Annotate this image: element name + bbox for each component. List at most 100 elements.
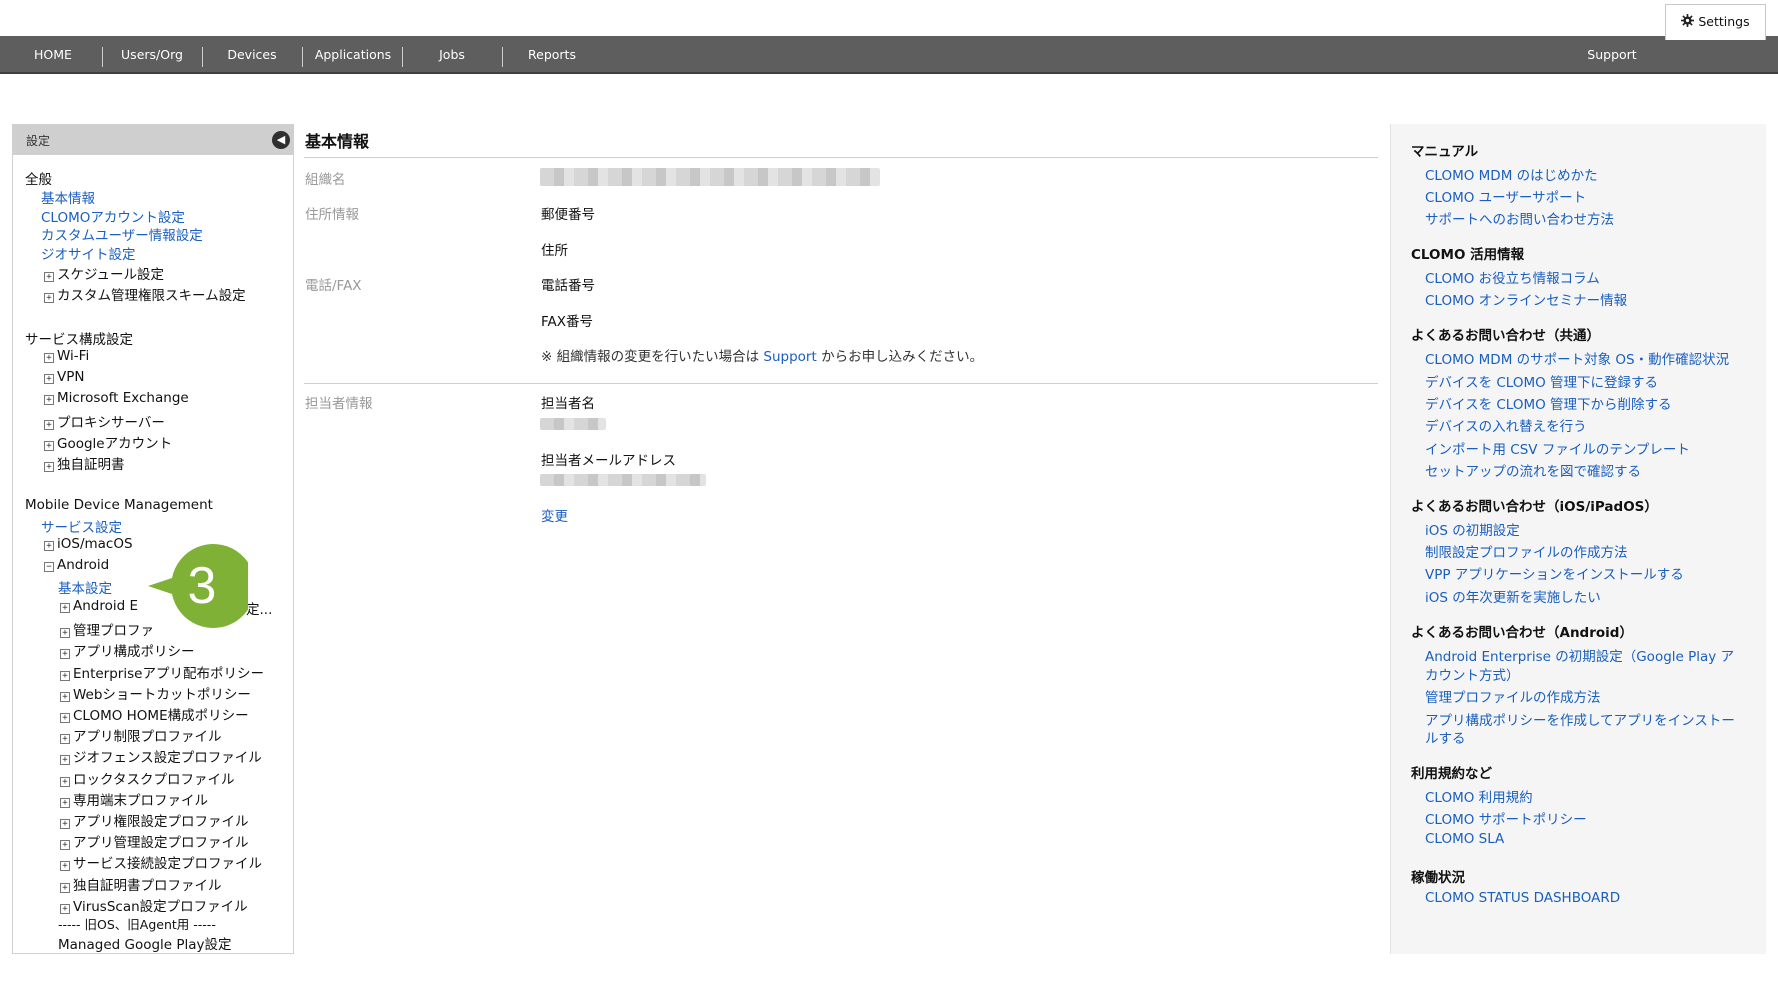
change-link[interactable]: 変更 <box>541 505 568 525</box>
expand-icon: + <box>44 462 54 472</box>
help-link[interactable]: CLOMO SLA <box>1425 831 1504 847</box>
sidebar-item-label: ジオフェンス設定プロファイル <box>73 750 262 767</box>
sidebar-item-custom-user-info[interactable]: カスタムユーザー情報設定 <box>41 224 203 244</box>
sidebar-item-ios-macos[interactable]: + iOS/macOS <box>44 536 133 552</box>
sidebar-item-android-sub[interactable]: + VirusScan設定プロファイル <box>60 895 248 915</box>
support-link[interactable]: Support <box>763 349 816 365</box>
help-link[interactable]: インポート用 CSV ファイルのテンプレート <box>1425 438 1690 458</box>
nav-users-org[interactable]: Users/Org <box>112 36 192 74</box>
help-section-faq-ios: よくあるお問い合わせ（iOS/iPadOS） <box>1411 499 1658 515</box>
nav-devices[interactable]: Devices <box>214 36 290 74</box>
nav-reports[interactable]: Reports <box>512 36 592 74</box>
contact-name-label: 担当者名 <box>541 396 595 412</box>
nav-jobs[interactable]: Jobs <box>412 36 492 74</box>
sidebar-item-label: 独自証明書プロファイル <box>73 877 222 894</box>
help-link[interactable]: CLOMO MDM のはじめかた <box>1425 164 1598 184</box>
nav-settings-tab[interactable]: Settings <box>1665 4 1766 40</box>
sidebar-item-service-settings[interactable]: サービス設定 <box>41 516 122 536</box>
sidebar-item-android-sub[interactable]: + Webショートカットポリシー <box>60 683 251 703</box>
help-link[interactable]: CLOMO STATUS DASHBOARD <box>1425 890 1620 906</box>
sidebar-item-android-sub[interactable]: + ジオフェンス設定プロファイル <box>60 746 262 766</box>
sidebar-item-android-sub[interactable]: + サービス接続設定プロファイル <box>60 852 262 872</box>
sidebar-item-certificate[interactable]: + 独自証明書 <box>44 453 125 473</box>
nav-applications[interactable]: Applications <box>310 36 396 74</box>
help-link-continued[interactable]: カウント方式） <box>1425 664 1520 684</box>
nav-separator <box>502 47 503 67</box>
page-title: 基本情報 <box>305 132 370 151</box>
sidebar-item-managed-google-play[interactable]: Managed Google Play設定 <box>58 933 232 953</box>
sidebar-item-label: アプリ構成ポリシー <box>73 644 195 661</box>
help-link[interactable]: セットアップの流れを図で確認する <box>1425 460 1641 480</box>
help-link-continued[interactable]: ルする <box>1425 727 1466 747</box>
sidebar-item-label: サービス接続設定プロファイル <box>73 856 262 873</box>
expand-icon: + <box>60 713 70 723</box>
org-name-label: 組織名 <box>305 172 346 188</box>
sidebar-item-schedule[interactable]: + スケジュール設定 <box>44 263 164 283</box>
help-link[interactable]: アプリ構成ポリシーを作成してアプリをインストー <box>1425 709 1735 729</box>
sidebar-item-label: Enterpriseアプリ配布ポリシー <box>73 665 264 682</box>
nav-support[interactable]: Support <box>1572 36 1652 74</box>
expand-icon: + <box>44 395 54 405</box>
sidebar-item-custom-admin-scheme[interactable]: + カスタム管理権限スキーム設定 <box>44 284 246 304</box>
sidebar-item-android-basic[interactable]: 基本設定 <box>58 577 112 597</box>
help-link[interactable]: サポートへのお問い合わせ方法 <box>1425 208 1614 228</box>
help-link[interactable]: CLOMO ユーザーサポート <box>1425 186 1586 206</box>
sidebar-item-label: Wi-Fi <box>57 348 90 364</box>
help-link[interactable]: デバイスの入れ替えを行う <box>1425 415 1587 435</box>
sidebar-item-wifi[interactable]: + Wi-Fi <box>44 348 89 364</box>
sidebar-item-android-sub[interactable]: + CLOMO HOME構成ポリシー <box>60 704 249 724</box>
sidebar-item-vpn[interactable]: + VPN <box>44 369 84 385</box>
sidebar-item-android-sub[interactable]: + 独自証明書プロファイル <box>60 874 222 894</box>
sidebar-item-android[interactable]: − Android <box>44 557 109 573</box>
contact-name-redacted <box>540 418 606 430</box>
help-link[interactable]: Android Enterprise の初期設定（Google Play ア <box>1425 645 1734 665</box>
sidebar-item-exchange[interactable]: + Microsoft Exchange <box>44 390 189 406</box>
callout-number: 3 <box>187 557 217 615</box>
nav-home[interactable]: HOME <box>20 36 86 74</box>
sidebar-section-service: サービス構成設定 <box>25 332 133 348</box>
change-request-note: ※ 組織情報の変更を行いたい場合は Support からお申し込みください。 <box>541 345 983 365</box>
help-link[interactable]: CLOMO オンラインセミナー情報 <box>1425 289 1627 309</box>
sidebar-section-mdm: Mobile Device Management <box>25 497 213 513</box>
sidebar-item-google-account[interactable]: + Googleアカウント <box>44 432 172 452</box>
sidebar-item-android-sub[interactable]: + ロックタスクプロファイル <box>60 768 234 788</box>
sidebar-item-geosite[interactable]: ジオサイト設定 <box>41 243 136 263</box>
help-link[interactable]: 管理プロファイルの作成方法 <box>1425 686 1601 706</box>
sidebar-item-label: アプリ管理設定プロファイル <box>73 835 249 852</box>
sidebar-item-proxy[interactable]: + プロキシサーバー <box>44 411 165 431</box>
sidebar-item-label: プロキシサーバー <box>57 415 165 431</box>
sidebar-item-android-sub[interactable]: + アプリ制限プロファイル <box>60 725 222 745</box>
help-link[interactable]: CLOMO 利用規約 <box>1425 786 1533 806</box>
sidebar-item-label: VPN <box>57 369 85 385</box>
sidebar-item-label: 専用端末プロファイル <box>73 792 208 809</box>
help-link[interactable]: iOS の年次更新を実施したい <box>1425 586 1601 606</box>
help-link[interactable]: VPP アプリケーションをインストールする <box>1425 563 1684 583</box>
sidebar-item-android-sub[interactable]: + 専用端末プロファイル <box>60 789 208 809</box>
sidebar-item-android-sub[interactable]: + アプリ構成ポリシー <box>60 640 195 660</box>
sidebar-item-android-sub[interactable]: + Enterpriseアプリ配布ポリシー <box>60 662 264 682</box>
sidebar-item-android-sub[interactable]: + Android E <box>60 598 138 614</box>
expand-icon: + <box>44 541 54 551</box>
expand-icon: + <box>44 353 54 363</box>
sidebar-item-clomo-account[interactable]: CLOMOアカウント設定 <box>41 206 185 226</box>
help-link[interactable]: CLOMO MDM のサポート対象 OS・動作確認状況 <box>1425 348 1729 368</box>
expand-icon: + <box>60 628 70 639</box>
collapse-sidebar-icon[interactable]: ◀ <box>272 131 290 149</box>
sidebar-item-android-sub[interactable]: + アプリ管理設定プロファイル <box>60 831 249 851</box>
sidebar-item-label: VirusScan設定プロファイル <box>73 898 248 915</box>
help-link[interactable]: CLOMO お役立ち情報コラム <box>1425 267 1600 287</box>
sidebar-item-android-sub[interactable]: + アプリ権限設定プロファイル <box>60 810 249 830</box>
sidebar-header: 設定 ◀ <box>13 125 293 155</box>
help-link[interactable]: デバイスを CLOMO 管理下から削除する <box>1425 393 1672 413</box>
sidebar-item-basic-info[interactable]: 基本情報 <box>41 187 95 207</box>
help-link[interactable]: iOS の初期設定 <box>1425 519 1520 539</box>
help-link[interactable]: CLOMO サポートポリシー <box>1425 808 1587 828</box>
sidebar-item-label: Android <box>57 557 110 573</box>
help-link[interactable]: デバイスを CLOMO 管理下に登録する <box>1425 371 1658 391</box>
sidebar-item-label: ロックタスクプロファイル <box>73 771 235 788</box>
phone-label: 電話番号 <box>541 278 595 294</box>
sidebar-item-label: アプリ制限プロファイル <box>73 729 222 746</box>
help-link[interactable]: 制限設定プロファイルの作成方法 <box>1425 541 1628 561</box>
section-divider <box>304 383 1378 384</box>
expand-icon: + <box>60 649 70 660</box>
